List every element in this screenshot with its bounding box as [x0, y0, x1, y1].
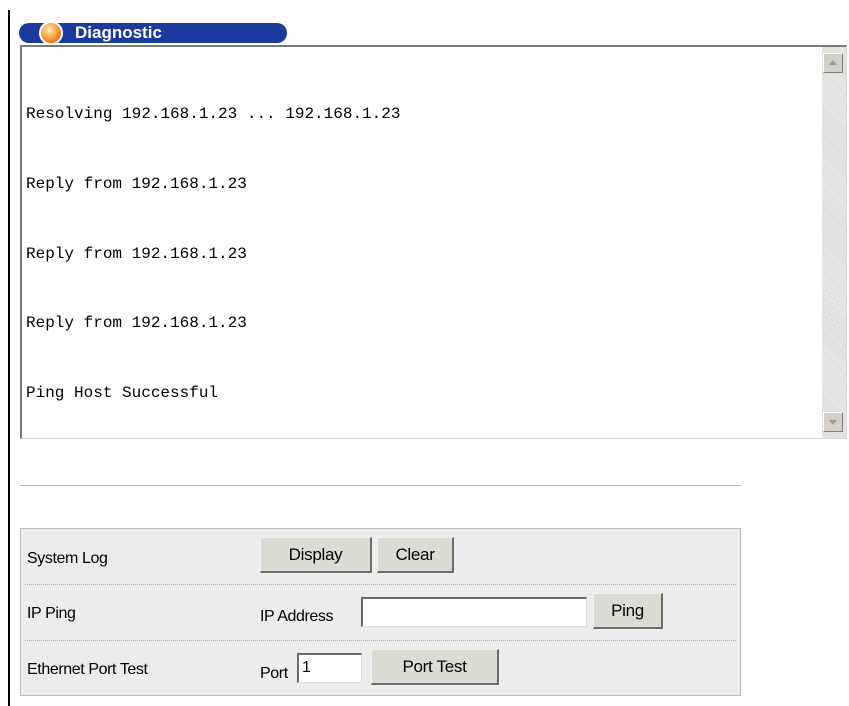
output-line: Resolving 192.168.1.23 ... 192.168.1.23 [26, 105, 401, 124]
diagnostic-page: Diagnostic Resolving 192.168.1.23 ... 19… [0, 0, 849, 706]
system-log-row: System Log Display Clear [21, 529, 740, 585]
diagnostic-output-textarea[interactable]: Resolving 192.168.1.23 ... 192.168.1.23 … [20, 45, 847, 439]
scroll-up-arrow-icon[interactable] [823, 53, 843, 73]
vertical-scrollbar[interactable] [822, 47, 846, 438]
diagnostic-controls-panel: System Log Display Clear IP Ping IP Addr… [20, 528, 741, 696]
port-number-input[interactable]: 1 [297, 653, 362, 683]
cropped-figure-caption [0, 0, 849, 10]
page-title: Diagnostic [75, 23, 162, 42]
display-button[interactable]: Display [260, 537, 372, 573]
output-line: Ping Host Successful [26, 383, 219, 402]
ip-ping-row: IP Ping IP Address Ping [21, 585, 740, 641]
ip-address-label: IP Address [260, 608, 334, 625]
output-line: Reply from 192.168.1.23 [26, 244, 247, 263]
orange-orb-icon [39, 21, 63, 45]
port-label: Port [260, 665, 288, 682]
clear-button[interactable]: Clear [377, 537, 454, 573]
ip-address-input[interactable] [361, 597, 587, 627]
output-lines: Resolving 192.168.1.23 ... 192.168.1.23 … [26, 57, 400, 451]
ethernet-port-test-label: Ethernet Port Test [27, 661, 148, 678]
section-divider [20, 485, 741, 486]
title-tab: Diagnostic [19, 21, 287, 45]
output-line: Reply from 192.168.1.23 [26, 314, 247, 333]
ip-ping-label: IP Ping [27, 605, 76, 622]
ethernet-port-test-row: Ethernet Port Test Port 1 Port Test [21, 641, 740, 697]
system-log-label: System Log [27, 550, 108, 567]
output-line: Reply from 192.168.1.23 [26, 175, 247, 193]
scroll-down-arrow-icon[interactable] [823, 412, 843, 432]
port-test-button[interactable]: Port Test [371, 649, 499, 685]
ping-button[interactable]: Ping [593, 593, 663, 629]
frame-border [8, 10, 10, 706]
